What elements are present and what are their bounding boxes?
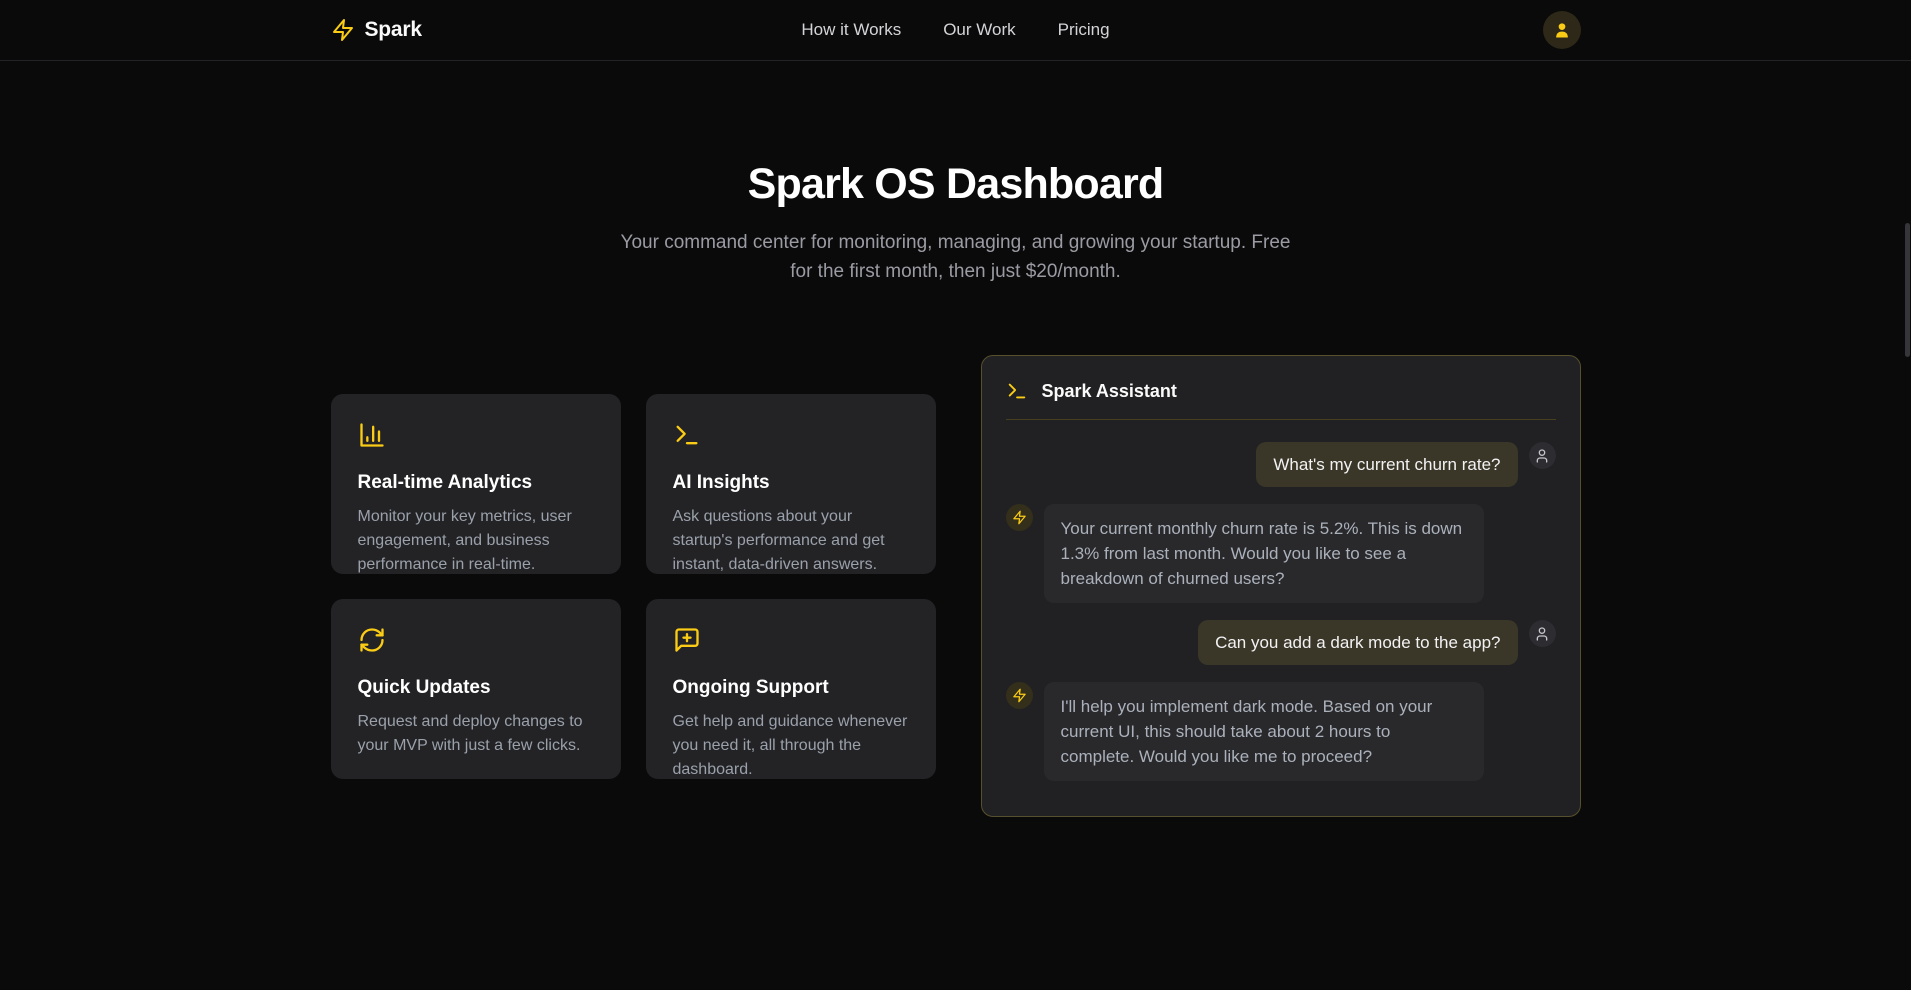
nav-link-how-it-works[interactable]: How it Works	[801, 20, 901, 40]
user-icon	[1552, 20, 1572, 40]
hero-section: Spark OS Dashboard Your command center f…	[0, 160, 1911, 286]
chat-bubble-assistant: I'll help you implement dark mode. Based…	[1044, 682, 1484, 781]
user-avatar	[1529, 620, 1556, 647]
brand-name: Spark	[365, 18, 422, 42]
header-inner: Spark How it Works Our Work Pricing	[331, 0, 1581, 60]
zap-icon	[1012, 510, 1027, 525]
feature-card-ongoing-support: Ongoing Support Get help and guidance wh…	[646, 599, 936, 779]
assistant-panel: Spark Assistant What's my current churn …	[981, 355, 1581, 817]
feature-title: Ongoing Support	[673, 677, 909, 699]
feature-title: Real-time Analytics	[358, 472, 594, 494]
chat-message-assistant: I'll help you implement dark mode. Based…	[1006, 682, 1556, 781]
zap-icon	[331, 18, 355, 42]
bar-chart-icon	[358, 421, 594, 449]
app-header: Spark How it Works Our Work Pricing	[0, 0, 1911, 61]
assistant-avatar	[1006, 504, 1033, 531]
chat-message-user: What's my current churn rate?	[1006, 442, 1556, 487]
main-nav: How it Works Our Work Pricing	[801, 20, 1109, 40]
refresh-icon	[358, 626, 594, 654]
feature-title: AI Insights	[673, 472, 909, 494]
zap-icon	[1012, 688, 1027, 703]
chat-messages: What's my current churn rate? Your curre…	[1006, 442, 1556, 781]
brand[interactable]: Spark	[331, 18, 422, 42]
feature-description: Ask questions about your startup's perfo…	[673, 505, 909, 577]
assistant-avatar	[1006, 682, 1033, 709]
assistant-panel-header: Spark Assistant	[1006, 380, 1556, 420]
user-avatar-button[interactable]	[1543, 11, 1581, 49]
chat-message-assistant: Your current monthly churn rate is 5.2%.…	[1006, 504, 1556, 603]
page-subtitle: Your command center for monitoring, mana…	[611, 228, 1301, 286]
main-content: Real-time Analytics Monitor your key met…	[331, 355, 1581, 817]
terminal-icon	[1006, 380, 1028, 402]
assistant-panel-title: Spark Assistant	[1042, 381, 1177, 402]
scrollbar-thumb[interactable]	[1905, 223, 1910, 357]
features-grid: Real-time Analytics Monitor your key met…	[331, 394, 936, 779]
feature-card-quick-updates: Quick Updates Request and deploy changes…	[331, 599, 621, 779]
user-icon	[1534, 626, 1550, 642]
feature-description: Request and deploy changes to your MVP w…	[358, 710, 594, 758]
feature-description: Monitor your key metrics, user engagemen…	[358, 505, 594, 577]
page-title: Spark OS Dashboard	[0, 160, 1911, 209]
message-square-plus-icon	[673, 626, 909, 654]
user-avatar	[1529, 442, 1556, 469]
nav-link-pricing[interactable]: Pricing	[1058, 20, 1110, 40]
chat-bubble-assistant: Your current monthly churn rate is 5.2%.…	[1044, 504, 1484, 603]
terminal-icon	[673, 421, 909, 449]
feature-description: Get help and guidance whenever you need …	[673, 710, 909, 782]
feature-title: Quick Updates	[358, 677, 594, 699]
chat-bubble-user: What's my current churn rate?	[1256, 442, 1517, 487]
user-icon	[1534, 448, 1550, 464]
feature-card-ai-insights: AI Insights Ask questions about your sta…	[646, 394, 936, 574]
chat-message-user: Can you add a dark mode to the app?	[1006, 620, 1556, 665]
chat-bubble-user: Can you add a dark mode to the app?	[1198, 620, 1517, 665]
nav-link-our-work[interactable]: Our Work	[943, 20, 1015, 40]
feature-card-realtime-analytics: Real-time Analytics Monitor your key met…	[331, 394, 621, 574]
